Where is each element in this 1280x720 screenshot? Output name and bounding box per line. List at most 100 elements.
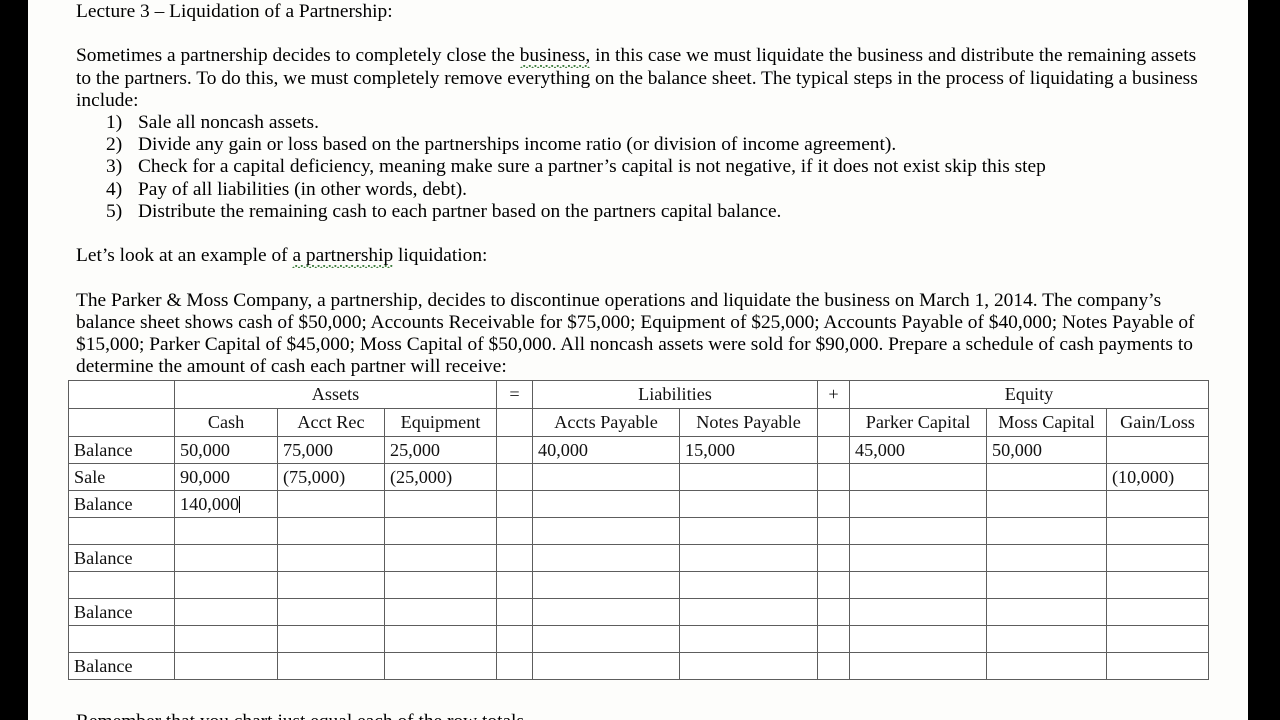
table-row[interactable]: Balance: [68, 652, 1210, 680]
cell-acct-rec[interactable]: [277, 544, 385, 572]
cell-parker-capital[interactable]: [849, 598, 987, 626]
cell-gain-loss[interactable]: [1105, 598, 1210, 626]
cell-equals-spacer[interactable]: [496, 544, 533, 572]
cell-moss-capital[interactable]: 50,000: [986, 436, 1107, 464]
cell-notes-payable[interactable]: [679, 463, 818, 491]
cell-moss-capital[interactable]: [986, 625, 1107, 653]
cell-parker-capital[interactable]: 45,000: [849, 436, 987, 464]
cell-cash[interactable]: 50,000: [174, 436, 278, 464]
cell-plus-spacer[interactable]: [817, 625, 850, 653]
cell-acct-rec[interactable]: 75,000: [277, 436, 385, 464]
cell-accts-payable[interactable]: [532, 544, 680, 572]
cell-equipment[interactable]: [384, 652, 497, 680]
table-row[interactable]: [68, 571, 1210, 599]
cell-parker-capital[interactable]: [849, 490, 987, 518]
cell-cash[interactable]: [174, 517, 278, 545]
cell-acct-rec[interactable]: [277, 571, 385, 599]
cell-acct-rec[interactable]: (75,000): [277, 463, 385, 491]
cell-cash[interactable]: [174, 571, 278, 599]
cell-plus-spacer[interactable]: [817, 517, 850, 545]
cell-equipment[interactable]: [384, 544, 497, 572]
cell-equals-spacer[interactable]: [496, 517, 533, 545]
cell-moss-capital[interactable]: [986, 544, 1107, 572]
cell-equipment[interactable]: [384, 571, 497, 599]
cell-moss-capital[interactable]: [986, 598, 1107, 626]
cell-acct-rec[interactable]: [277, 490, 385, 518]
cell-moss-capital[interactable]: [986, 517, 1107, 545]
cell-parker-capital[interactable]: [849, 463, 987, 491]
cell-parker-capital[interactable]: [849, 544, 987, 572]
cell-accts-payable[interactable]: [532, 598, 680, 626]
cell-gain-loss[interactable]: [1105, 490, 1210, 518]
cell-gain-loss[interactable]: [1105, 436, 1210, 464]
table-row[interactable]: Balance: [68, 598, 1210, 626]
cell-equals-spacer[interactable]: [496, 490, 533, 518]
cell-equipment[interactable]: 25,000: [384, 436, 497, 464]
cell-plus-spacer[interactable]: [817, 598, 850, 626]
cell-moss-capital[interactable]: [986, 571, 1107, 599]
cell-plus-spacer[interactable]: [817, 652, 850, 680]
cell-acct-rec[interactable]: [277, 652, 385, 680]
cell-accts-payable[interactable]: [532, 625, 680, 653]
cell-equals-spacer[interactable]: [496, 625, 533, 653]
cell-gain-loss[interactable]: [1105, 517, 1210, 545]
cell-equals-spacer[interactable]: [496, 463, 533, 491]
cell-parker-capital[interactable]: [849, 571, 987, 599]
cell-plus-spacer[interactable]: [817, 544, 850, 572]
cell-cash[interactable]: [174, 625, 278, 653]
cell-notes-payable[interactable]: [679, 598, 818, 626]
cell-cash[interactable]: [174, 652, 278, 680]
cell-notes-payable[interactable]: [679, 571, 818, 599]
cell-accts-payable[interactable]: [532, 571, 680, 599]
cell-accts-payable[interactable]: [532, 463, 680, 491]
table-row[interactable]: Balance: [68, 544, 1210, 572]
cell-equipment[interactable]: [384, 517, 497, 545]
cell-cash[interactable]: [174, 598, 278, 626]
cell-gain-loss[interactable]: [1105, 652, 1210, 680]
cell-gain-loss[interactable]: (10,000): [1105, 463, 1210, 491]
cell-plus-spacer[interactable]: [817, 571, 850, 599]
cell-moss-capital[interactable]: [986, 463, 1107, 491]
cell-equals-spacer[interactable]: [496, 571, 533, 599]
cell-notes-payable[interactable]: [679, 544, 818, 572]
cell-notes-payable[interactable]: [679, 490, 818, 518]
cell-moss-capital[interactable]: [986, 490, 1107, 518]
table-row[interactable]: Sale 90,000 (75,000) (25,000) (10,000): [68, 463, 1210, 491]
cell-equals-spacer[interactable]: [496, 436, 533, 464]
cell-moss-capital[interactable]: [986, 652, 1107, 680]
cell-plus-spacer[interactable]: [817, 490, 850, 518]
table-row[interactable]: Balance 140,000: [68, 490, 1210, 518]
cell-acct-rec[interactable]: [277, 517, 385, 545]
cell-equals-spacer[interactable]: [496, 598, 533, 626]
cell-gain-loss[interactable]: [1105, 571, 1210, 599]
cell-cash[interactable]: [174, 544, 278, 572]
cell-plus-spacer[interactable]: [817, 463, 850, 491]
cell-gain-loss[interactable]: [1105, 544, 1210, 572]
cell-parker-capital[interactable]: [849, 517, 987, 545]
cell-parker-capital[interactable]: [849, 652, 987, 680]
cell-cash[interactable]: 90,000: [174, 463, 278, 491]
cell-notes-payable[interactable]: [679, 517, 818, 545]
cell-notes-payable[interactable]: [679, 625, 818, 653]
cell-equipment[interactable]: (25,000): [384, 463, 497, 491]
cell-accts-payable[interactable]: [532, 652, 680, 680]
cell-parker-capital[interactable]: [849, 625, 987, 653]
cell-equals-spacer[interactable]: [496, 652, 533, 680]
cell-acct-rec[interactable]: [277, 598, 385, 626]
cell-accts-payable[interactable]: [532, 517, 680, 545]
table-row[interactable]: [68, 517, 1210, 545]
cell-notes-payable[interactable]: [679, 652, 818, 680]
cell-gain-loss[interactable]: [1105, 625, 1210, 653]
cell-equipment[interactable]: [384, 598, 497, 626]
cell-equipment[interactable]: [384, 625, 497, 653]
cell-equipment[interactable]: [384, 490, 497, 518]
table-row[interactable]: [68, 625, 1210, 653]
cell-notes-payable[interactable]: 15,000: [679, 436, 818, 464]
cell-acct-rec[interactable]: [277, 625, 385, 653]
cell-cash-active[interactable]: 140,000: [174, 490, 278, 518]
cell-accts-payable[interactable]: 40,000: [532, 436, 680, 464]
cell-accts-payable[interactable]: [532, 490, 680, 518]
table-row[interactable]: Balance 50,000 75,000 25,000 40,000 15,0…: [68, 436, 1210, 464]
cell-plus-spacer[interactable]: [817, 436, 850, 464]
problem-paragraph: The Parker & Moss Company, a partnership…: [76, 289, 1195, 378]
